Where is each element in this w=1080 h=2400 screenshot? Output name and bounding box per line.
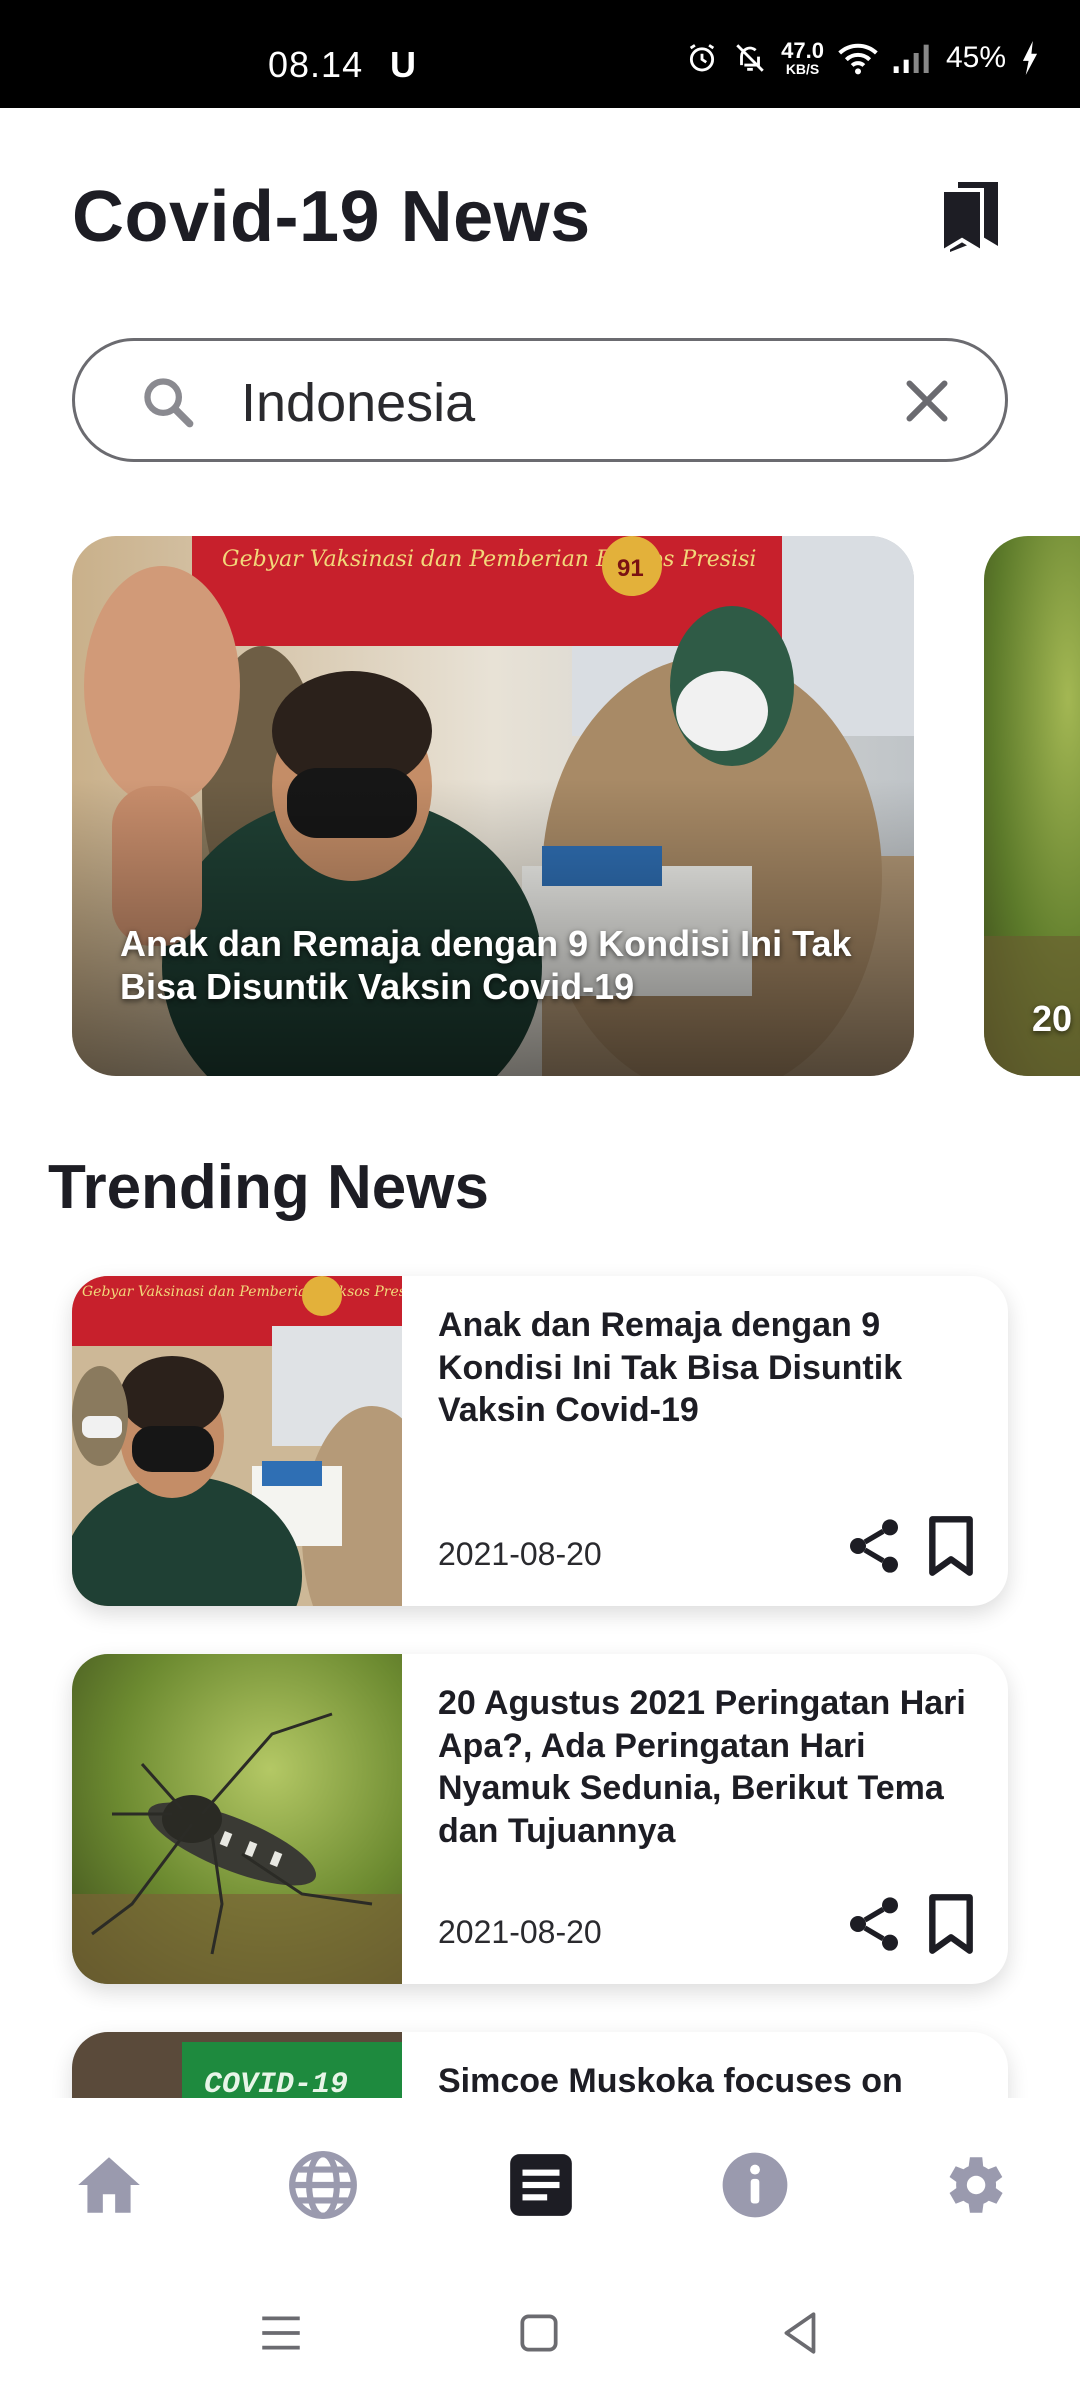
banner-text: Gebyar Vaksinasi dan Pemberian Baksos Pr… (82, 1284, 402, 1300)
news-date: 2021-08-20 (438, 1914, 602, 1950)
status-u-badge: U (390, 44, 416, 85)
bookmark-icon[interactable] (924, 1514, 978, 1578)
status-time: 08.14 (268, 44, 364, 85)
recent-apps-icon[interactable] (256, 2308, 306, 2358)
carousel-card-title: Anak dan Remaja dengan 9 Kondisi Ini Tak… (120, 923, 852, 1007)
battery-percent: 45% (945, 41, 1006, 74)
covid-sign-text: COVID-19 (204, 2068, 348, 2102)
news-title: Anak dan Remaja dengan 9 Kondisi Ini Tak… (438, 1306, 903, 1429)
carousel-card-title: 20 Per Ter (1032, 997, 1080, 1039)
network-speed: 47.0 KB/S (781, 38, 824, 77)
carousel-card[interactable]: Gebyar Vaksinasi dan Pemberian Baksos Pr… (72, 536, 914, 1076)
notifications-off-icon (736, 44, 764, 72)
home-button-icon[interactable] (514, 2308, 564, 2358)
status-bar: 08.14 U 47.0 KB/S 45% (0, 0, 1080, 108)
home-icon[interactable] (72, 2148, 146, 2222)
charging-icon (1022, 41, 1038, 75)
bookmarks-icon (940, 182, 998, 256)
settings-icon[interactable] (936, 2148, 1010, 2222)
globe-icon[interactable] (286, 2148, 360, 2222)
news-title: 20 Agustus 2021 Peringatan Hari Apa?, Ad… (438, 1684, 966, 1850)
bookmarks-button[interactable] (938, 180, 1002, 256)
search-icon (144, 378, 194, 428)
mosquito-photo (984, 536, 1080, 1076)
bookmark-icon[interactable] (924, 1892, 978, 1956)
news-card[interactable]: Gebyar Vaksinasi dan Pemberian Baksos Pr… (72, 1276, 1008, 1606)
news-title: Simcoe Muskoka focuses on (438, 2062, 903, 2100)
section-title: Trending News (48, 1153, 489, 1222)
back-icon[interactable] (776, 2308, 826, 2358)
alarm-icon (690, 44, 715, 72)
wifi-icon (838, 43, 878, 75)
news-thumbnail (72, 1654, 402, 1984)
system-navigation (0, 2270, 1080, 2400)
page-title: Covid-19 News (72, 177, 591, 257)
news-icon[interactable] (504, 2148, 578, 2222)
carousel-card[interactable]: 20 Per Ter (984, 536, 1080, 1076)
search-bar[interactable] (72, 338, 1008, 462)
news-date: 2021-08-20 (438, 1536, 602, 1572)
share-icon[interactable] (842, 1892, 906, 1956)
share-icon[interactable] (842, 1514, 906, 1578)
status-icons: 47.0 KB/S 45% (685, 40, 1040, 76)
search-input[interactable] (241, 365, 921, 441)
news-card[interactable]: 20 Agustus 2021 Peringatan Hari Apa?, Ad… (72, 1654, 1008, 1984)
info-icon[interactable] (718, 2148, 792, 2222)
signal-icon (893, 44, 929, 73)
news-thumbnail: Gebyar Vaksinasi dan Pemberian Baksos Pr… (72, 1276, 402, 1606)
speed-unit: KB/S (785, 61, 820, 77)
clear-search-icon[interactable] (897, 371, 957, 431)
speed-value: 47.0 (781, 38, 824, 63)
bottom-navigation (0, 2098, 1080, 2270)
